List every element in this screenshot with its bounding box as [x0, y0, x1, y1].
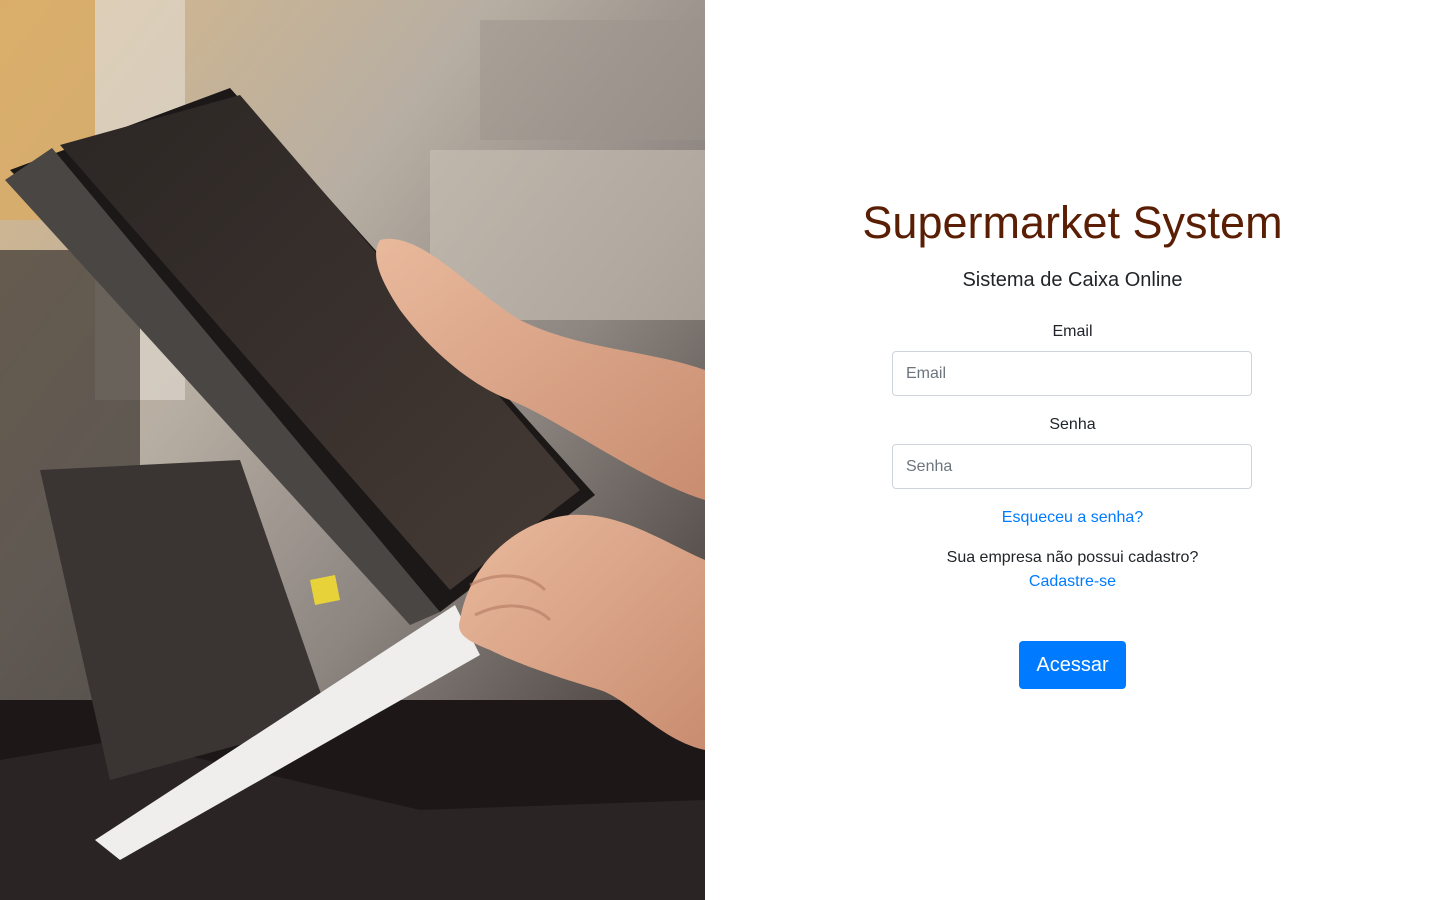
forgot-password-link[interactable]: Esqueceu a senha?	[705, 508, 1440, 528]
password-label: Senha	[1049, 416, 1096, 433]
app-title: Supermarket System	[862, 197, 1283, 248]
email-field[interactable]	[892, 351, 1252, 396]
login-form-panel: Supermarket System Sistema de Caixa Onli…	[705, 0, 1440, 900]
cashier-photo	[0, 0, 705, 900]
login-button[interactable]: Acessar	[1019, 641, 1126, 689]
cashier-pos-illustration	[0, 0, 705, 900]
login-page: Supermarket System Sistema de Caixa Onli…	[0, 0, 1440, 900]
register-link[interactable]: Cadastre-se	[705, 572, 1440, 592]
email-label: Email	[1052, 323, 1093, 340]
password-field[interactable]	[892, 444, 1252, 489]
app-subtitle: Sistema de Caixa Online	[962, 269, 1183, 291]
register-prompt: Sua empresa não possui cadastro?	[946, 549, 1199, 566]
